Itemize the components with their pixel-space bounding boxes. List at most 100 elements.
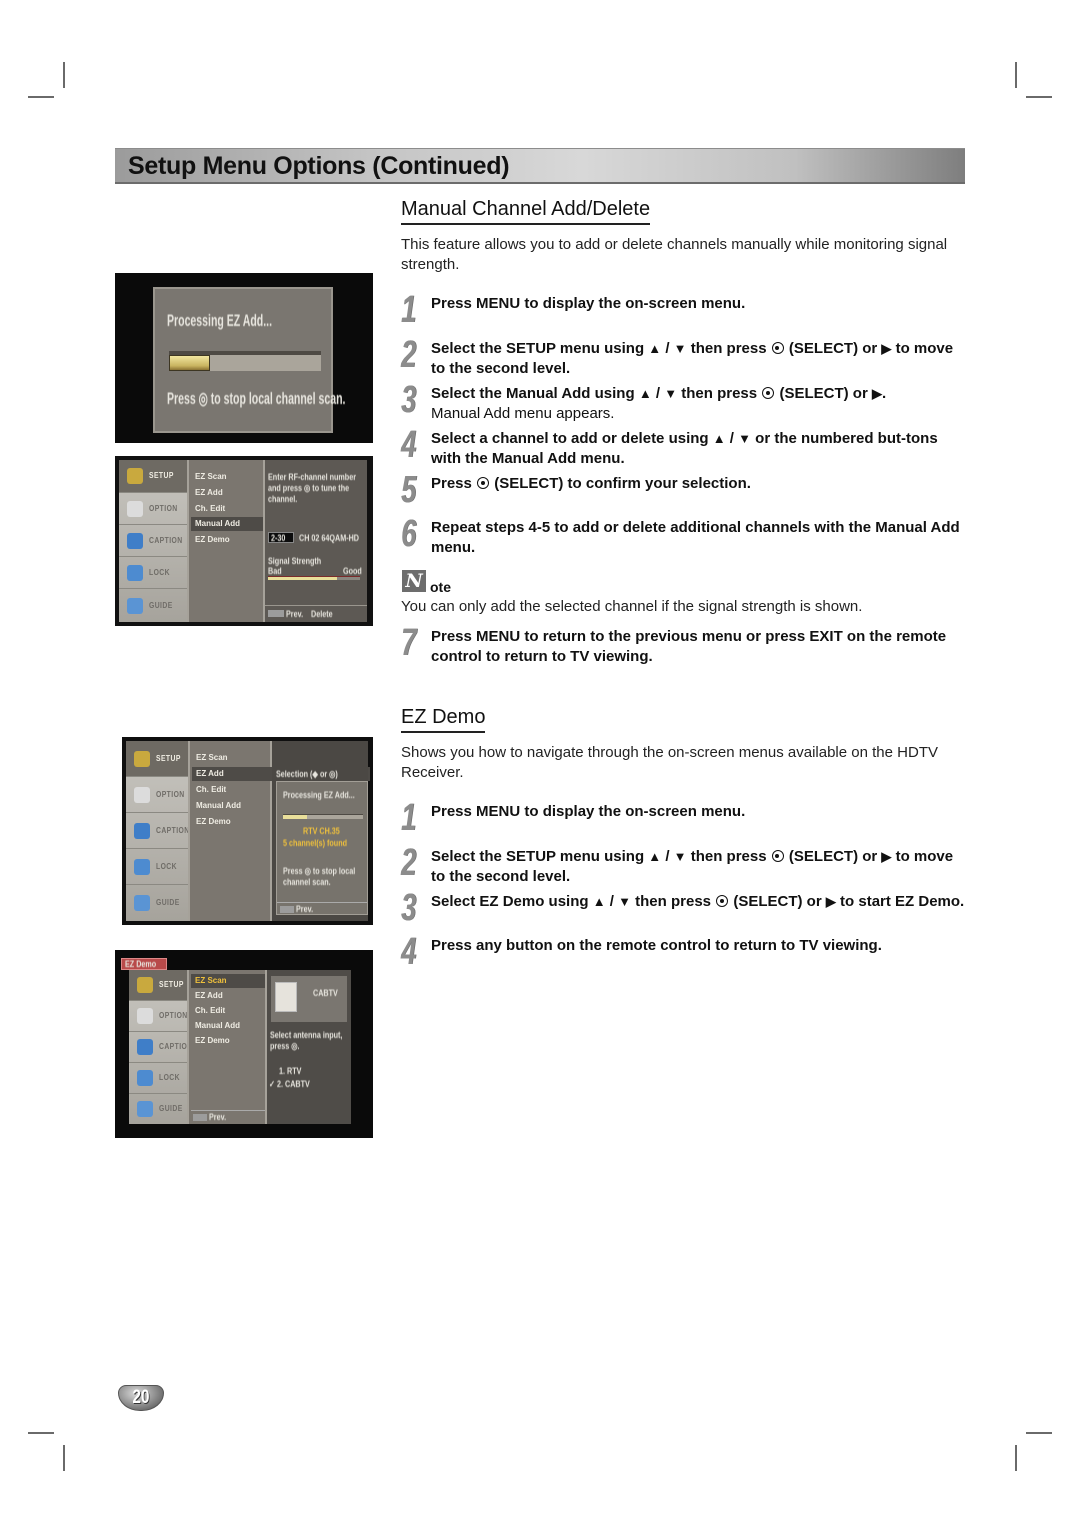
menu-item: Manual Add — [195, 1021, 241, 1030]
progress-bar — [169, 351, 321, 371]
step-text: Press MENU to return to the previous men… — [431, 628, 947, 665]
screenshot-ez-add: SETUP OPTION CAPTION LOCK GUIDE EZ Scan … — [122, 737, 373, 925]
manual-channel-intro: This feature allows you to add or delete… — [401, 236, 948, 273]
menu-item: EZ Demo — [195, 1036, 230, 1045]
step-text: Select the Manual Add using ▲ / ▼ then p… — [431, 385, 887, 422]
step-number: 3 — [401, 379, 417, 421]
menu-item: EZ Demo — [196, 817, 231, 826]
right-arrow-icon: ▶ — [825, 894, 836, 909]
lock-icon — [134, 859, 150, 875]
caption-icon — [137, 1039, 153, 1055]
footer-prev: Prev. — [209, 1112, 227, 1122]
step-number: 2 — [401, 334, 417, 376]
ez-add-dialog: Processing EZ Add... RTV CH.35 5 channel… — [276, 781, 368, 915]
step-number: 4 — [401, 931, 417, 973]
step-text: Select the SETUP menu using ▲ / ▼ then p… — [431, 848, 954, 885]
select-button-icon — [771, 850, 784, 862]
menu-key-icon — [280, 906, 294, 913]
sidebar-item-option: OPTION — [126, 777, 188, 813]
sidebar-item-guide: GUIDE — [126, 885, 188, 921]
page-title: Setup Menu Options (Continued) — [128, 152, 510, 180]
signal-bad-label: Bad — [268, 566, 282, 576]
step-text: Select a channel to add or delete using … — [431, 430, 938, 467]
crop-mark — [63, 62, 65, 88]
menu-list: EZ Scan EZ Add Ch. Edit Manual Add EZ De… — [188, 741, 370, 921]
ez-demo-badge: EZ Demo — [121, 958, 167, 970]
step-text: Press MENU to display the on-screen menu… — [431, 803, 746, 820]
antenna-icon — [275, 982, 297, 1012]
section-title-ez-demo: EZ Demo — [401, 706, 486, 733]
crop-mark — [1026, 96, 1052, 98]
note-text: You can only add the selected channel if… — [401, 598, 863, 615]
sidebar-item-setup: SETUP — [129, 970, 187, 1001]
sidebar-item-guide: GUIDE — [119, 589, 187, 622]
menu-sidebar: SETUP OPTION CAPTION LOCK GUIDE — [129, 970, 192, 1124]
progress-hint: Press ◎ to stop local channel scan. — [167, 389, 346, 408]
selection-label: Selection (◆ or ◎) — [276, 769, 338, 779]
menu-sidebar: SETUP OPTION CAPTION LOCK GUIDE — [119, 460, 187, 622]
sidebar-item-caption: CAPTION — [129, 1032, 192, 1063]
step-number: 4 — [401, 424, 417, 466]
progress-bar-fill — [169, 355, 211, 371]
antenna-preview: CABTV — [271, 976, 347, 1022]
setup-icon — [127, 468, 143, 484]
antenna-input-label: CABTV — [313, 988, 338, 998]
select-button-icon — [762, 387, 775, 399]
option-icon — [137, 1008, 153, 1024]
note-icon: N — [402, 570, 426, 592]
step-number: 3 — [401, 887, 417, 929]
sidebar-item-lock: LOCK — [119, 557, 187, 589]
step-text: Press MENU to display the on-screen menu… — [431, 295, 746, 312]
progress-bar — [283, 814, 363, 819]
ez-add-panel: Selection (◆ or ◎) Processing EZ Add... … — [272, 741, 368, 921]
step-number: 2 — [401, 842, 417, 884]
channel-info: CH 02 64QAM-HD — [299, 533, 360, 543]
select-button-icon — [716, 895, 729, 907]
right-arrow-icon: ▶ — [881, 341, 892, 356]
step-number: 6 — [401, 513, 417, 555]
footer-prev: Prev. — [286, 609, 304, 619]
antenna-option-checked: 2. CABTV — [277, 1079, 310, 1089]
crop-mark — [1015, 1445, 1017, 1471]
menu-item: EZ Demo — [195, 535, 230, 544]
crop-mark — [63, 1445, 65, 1471]
setup-icon — [134, 751, 150, 767]
step-text: Press (SELECT) to confirm your selection… — [431, 475, 751, 492]
sidebar-item-lock: LOCK — [129, 1063, 187, 1094]
menu-item: Ch. Edit — [196, 785, 227, 794]
down-arrow-icon: ▼ — [618, 894, 631, 909]
footer-delete: Delete — [311, 609, 333, 619]
down-arrow-icon: ▼ — [738, 431, 751, 446]
manual-add-panel: Enter RF-channel number and press ◎ to t… — [265, 460, 367, 622]
ez-add-hint: Press ◎ to stop local channel scan. — [283, 866, 356, 887]
menu-sidebar: SETUP OPTION CAPTION LOCK GUIDE — [126, 741, 189, 921]
ez-add-channel: RTV CH.35 — [303, 826, 340, 836]
menu-key-icon — [268, 610, 284, 617]
signal-good-label: Good — [343, 566, 362, 576]
ez-add-found: 5 channel(s) found — [283, 838, 348, 848]
setup-icon — [137, 977, 153, 993]
step-text: Press any button on the remote control t… — [431, 937, 882, 954]
step-number: 1 — [401, 797, 417, 839]
ez-scan-panel: CABTV Select antenna input, press ◎. 1. … — [267, 970, 351, 1124]
sidebar-item-option: OPTION — [119, 493, 187, 525]
guide-icon — [134, 895, 150, 911]
menu-item: EZ Add — [195, 991, 223, 1000]
right-arrow-icon: ▶ — [871, 386, 882, 401]
sidebar-item-setup: SETUP — [126, 741, 188, 777]
down-arrow-icon: ▼ — [664, 386, 678, 401]
down-arrow-icon: ▼ — [673, 341, 687, 356]
signal-strength-fill — [268, 577, 337, 580]
channel-input: 2-30 — [268, 532, 294, 543]
menu-item: Manual Add — [196, 801, 242, 810]
step-number: 7 — [401, 622, 417, 664]
step-text: Select EZ Demo using ▲ / ▼ then press (S… — [431, 893, 965, 910]
up-arrow-icon: ▲ — [712, 431, 726, 446]
screenshot-ez-add-progress: Processing EZ Add... Press ◎ to stop loc… — [115, 273, 373, 443]
menu-item: EZ Scan — [196, 753, 228, 762]
page-number-badge: 20 — [118, 1385, 164, 1411]
antenna-option: 1. RTV — [279, 1066, 302, 1076]
checkmark-icon: ✓ — [269, 1079, 276, 1089]
sidebar-item-caption: CAPTION — [126, 813, 189, 849]
sidebar-item-option: OPTION — [129, 1001, 187, 1032]
